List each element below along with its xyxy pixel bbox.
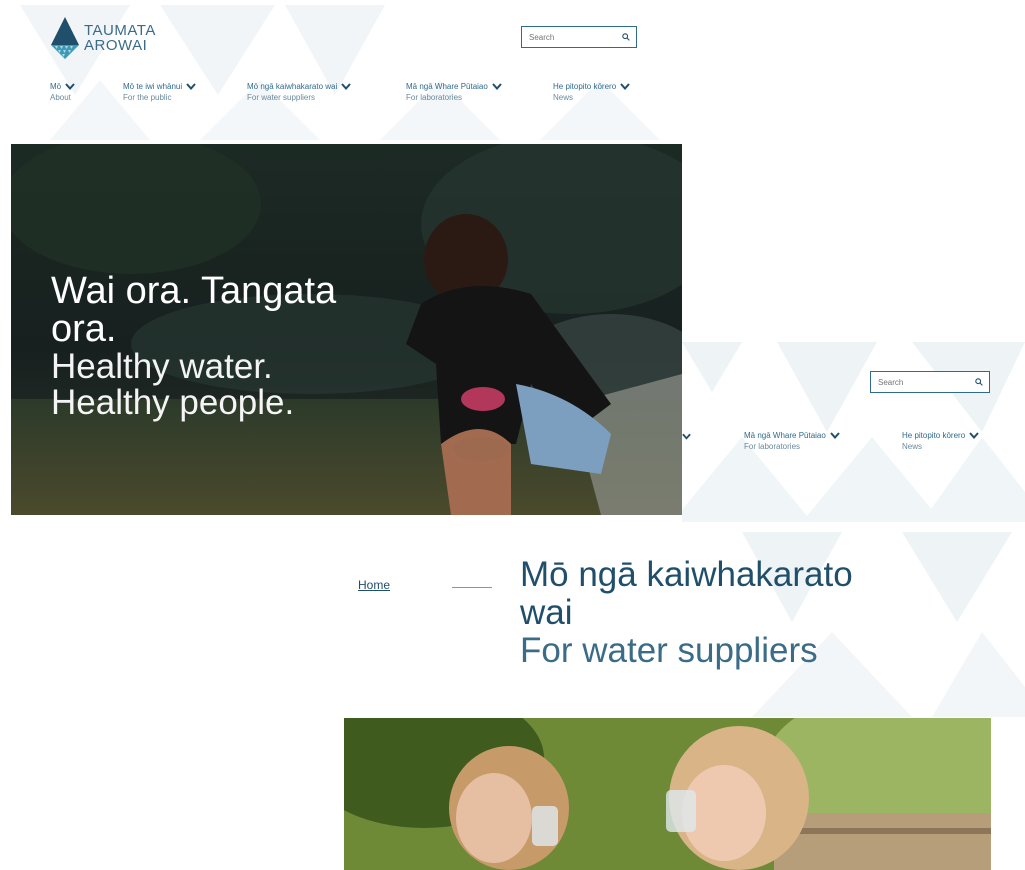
chevron-down-icon[interactable]	[682, 433, 691, 440]
nav-label-maori: Mō	[50, 82, 62, 91]
taumata-arowai-logo[interactable]: TAUMATA AROWAI	[50, 14, 180, 62]
nav-label-english: For laboratories	[744, 442, 801, 451]
hero-headline: Wai ora. Tangata ora. Healthy water. Hea…	[51, 272, 371, 420]
nav-label-maori: Mā ngā Whare Pūtaiao	[744, 431, 826, 440]
page-title: Mō ngā kaiwhakarato wai For water suppli…	[520, 556, 880, 670]
chevron-down-icon[interactable]	[620, 83, 630, 90]
nav-item-news[interactable]: He pitopito kōrero News	[902, 431, 979, 451]
nav-label-maori: He pitopito kōrero	[553, 82, 617, 91]
logo-wordmark: TAUMATA AROWAI	[84, 23, 156, 53]
nav-item-public[interactable]: Mō te iwi whānui For the public	[123, 82, 196, 102]
page-title-english: For water suppliers	[520, 631, 818, 670]
chevron-down-icon[interactable]	[830, 432, 840, 439]
page-title-maori: Mō ngā kaiwhakarato wai	[520, 555, 853, 632]
hero-headline-maori: Wai ora. Tangata ora.	[51, 270, 337, 350]
breadcrumb-home-link[interactable]: Home	[358, 578, 390, 592]
nav-item-water-suppliers[interactable]: Mō ngā kaiwhakarato wai For water suppli…	[247, 82, 352, 102]
search-input[interactable]	[878, 377, 962, 387]
search-box[interactable]	[870, 371, 990, 393]
chevron-down-icon[interactable]	[65, 83, 75, 90]
nav-item-laboratories[interactable]: Mā ngā Whare Pūtaiao For laboratories	[744, 431, 840, 451]
nav-item-laboratories[interactable]: Mā ngā Whare Pūtaiao For laboratories	[406, 82, 502, 102]
search-input[interactable]	[529, 32, 610, 42]
nav-label-maori: Mō te iwi whānui	[123, 82, 183, 91]
nav-label-maori: Mā ngā Whare Pūtaiao	[406, 82, 488, 91]
breadcrumb-divider	[452, 587, 492, 588]
nav-item-about[interactable]: Mō About	[50, 82, 75, 102]
search-icon[interactable]	[622, 33, 630, 41]
home-page-screenshot: TAUMATA AROWAI Mō About Mō te iwi whānui…	[0, 0, 690, 520]
search-icon[interactable]	[975, 378, 983, 386]
nav-label-english: About	[50, 93, 71, 102]
chevron-down-icon[interactable]	[186, 83, 196, 90]
hero-photo-girls-drinking	[344, 718, 991, 870]
home-hero-banner: Wai ora. Tangata ora. Healthy water. Hea…	[11, 144, 682, 515]
supplier-hero-image	[344, 718, 991, 870]
search-box[interactable]	[521, 26, 637, 48]
nav-label-english: News	[902, 442, 923, 451]
chevron-down-icon[interactable]	[341, 83, 352, 90]
water-drop-logo-icon	[51, 17, 79, 59]
logo-line-1: TAUMATA	[84, 22, 156, 39]
nav-label-maori: Mō ngā kaiwhakarato wai	[247, 82, 338, 91]
nav-label-english: For the public	[123, 93, 172, 102]
nav-label-english: For water suppliers	[247, 93, 316, 102]
hero-headline-english-2: Healthy people.	[51, 383, 295, 422]
nav-label-maori: He pitopito kōrero	[902, 431, 966, 440]
nav-label-english: News	[553, 93, 574, 102]
hero-headline-english-1: Healthy water.	[51, 347, 273, 386]
chevron-down-icon[interactable]	[492, 83, 502, 90]
nav-label-english: For laboratories	[406, 93, 463, 102]
chevron-down-icon[interactable]	[969, 432, 979, 439]
logo-line-2: AROWAI	[84, 37, 148, 54]
nav-item-news[interactable]: He pitopito kōrero News	[553, 82, 630, 102]
